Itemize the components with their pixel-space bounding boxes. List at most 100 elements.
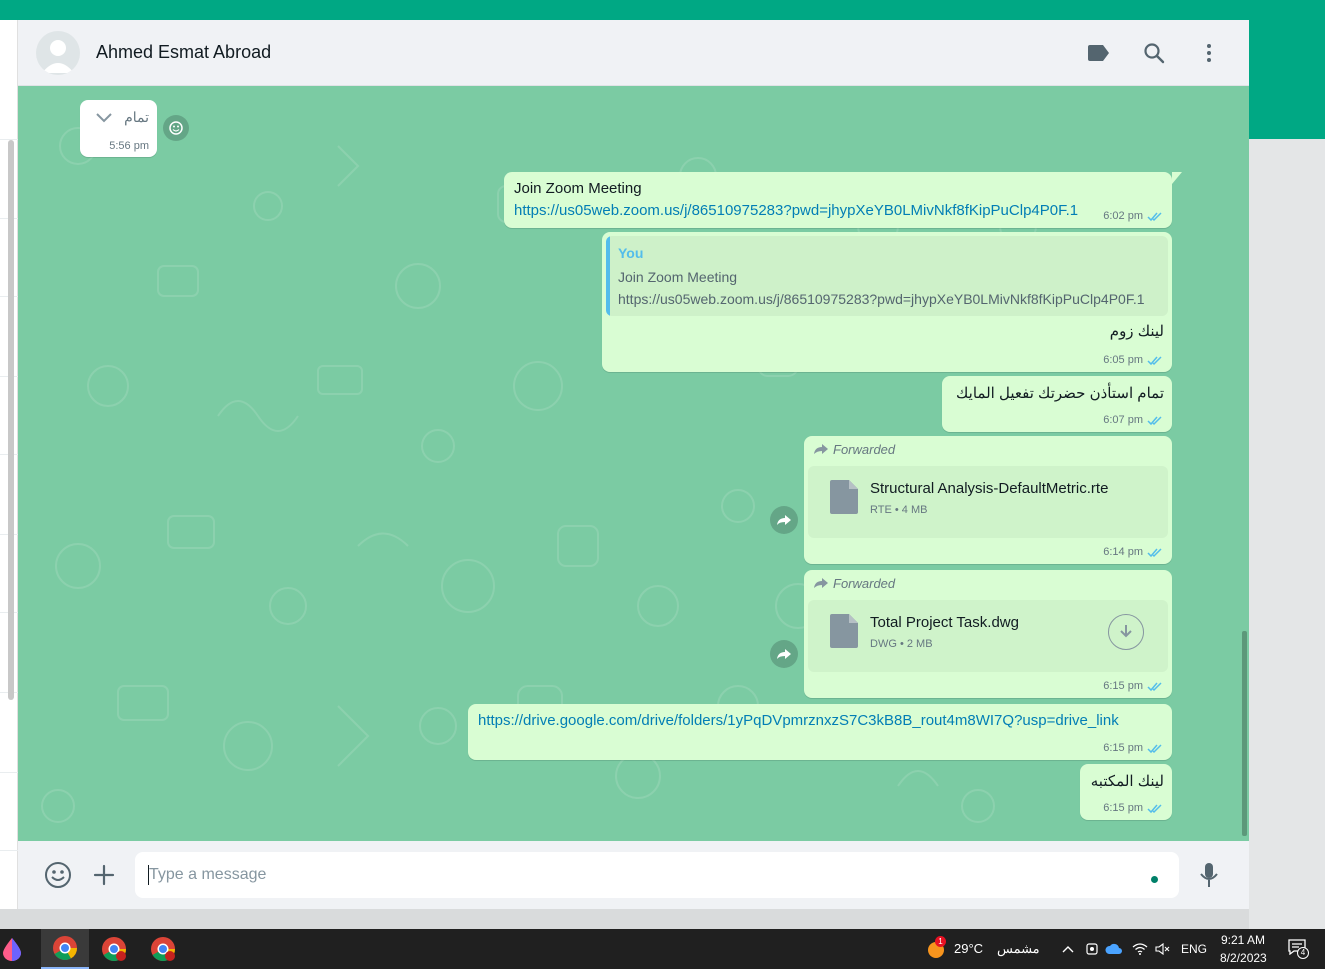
microphone-icon[interactable] [1193,859,1225,891]
onedrive-cloud-icon[interactable] [1105,941,1123,957]
message-link[interactable]: https://drive.google.com/drive/folders/1… [478,712,1119,729]
forwarded-text: Forwarded [833,576,896,591]
message-time: 6:02 pm [1103,210,1143,222]
message-time: 6:07 pm [1103,414,1143,426]
volume-muted-icon[interactable] [1154,941,1172,957]
clock-time[interactable]: 9:21 AM [1221,933,1265,947]
divider [0,772,18,773]
document-card[interactable]: Structural Analysis-DefaultMetric.rte RT… [808,466,1168,538]
chrome-app-icon[interactable] [139,929,187,969]
message-meta: 6:05 pm [1103,354,1164,366]
message-text: Join Zoom Meeting [514,180,642,197]
message-input[interactable] [149,852,1139,898]
meet-now-icon[interactable] [1083,941,1101,957]
read-ticks-icon [1147,681,1162,691]
document-file-icon [830,614,858,648]
weather-badge: 1 [935,936,946,947]
label-icon[interactable] [1086,40,1112,66]
outgoing-document-message[interactable]: Forwarded Structural Analysis-DefaultMet… [804,436,1172,564]
search-icon[interactable] [1141,40,1167,66]
message-meta: 6:07 pm [1103,414,1164,426]
quoted-message[interactable]: You Join Zoom Meeting https://us05web.zo… [606,236,1168,316]
app-top-band-right [1249,20,1325,139]
input-language[interactable]: ENG [1181,942,1207,956]
outgoing-message[interactable]: Join Zoom Meeting https://us05web.zoom.u… [504,172,1172,228]
chevron-down-icon[interactable] [96,110,112,128]
forward-share-icon[interactable] [770,640,798,668]
document-file-icon [830,480,858,514]
plus-attach-icon[interactable] [88,859,120,891]
forward-share-icon[interactable] [770,506,798,534]
weather-sun-icon[interactable]: 1 [926,936,946,959]
read-ticks-icon [1147,211,1162,221]
outgoing-reply-message[interactable]: You Join Zoom Meeting https://us05web.zo… [602,232,1172,372]
forwarded-label: Forwarded [814,442,895,457]
message-time: 6:05 pm [1103,354,1143,366]
document-size: 2 MB [906,638,933,650]
message-time: 6:14 pm [1103,546,1143,558]
forwarded-text: Forwarded [833,442,896,457]
notifications-icon[interactable]: 4 [1288,939,1310,959]
message-text: تمام استأذن حضرتك تفعيل المايك [956,385,1164,402]
outgoing-message[interactable]: https://drive.google.com/drive/folders/1… [468,704,1172,760]
emoji-icon[interactable] [42,859,74,891]
message-text: لينك المكتبه [1090,773,1164,790]
sidebar-scrollbar[interactable] [8,140,14,700]
message-meta: 6:15 pm [1103,802,1164,814]
clock-date[interactable]: 8/2/2023 [1220,951,1267,965]
document-name: Total Project Task.dwg [870,614,1019,631]
forwarded-icon [814,444,828,454]
default-avatar-icon[interactable] [36,31,80,75]
quote-accent-bar [606,236,610,316]
chrome-profile-app-icon[interactable] [90,929,138,969]
message-meta: 6:02 pm [1103,210,1164,222]
forwarded-label: Forwarded [814,576,895,591]
message-input-box[interactable] [135,852,1179,898]
outgoing-message[interactable]: تمام استأذن حضرتك تفعيل المايك 6:07 pm [942,376,1172,432]
document-size: 4 MB [901,504,928,516]
quote-text: Join Zoom Meeting [618,269,738,285]
message-meta: 6:15 pm [1103,680,1164,692]
read-ticks-icon [1147,415,1162,425]
compose-bar [18,841,1249,909]
document-meta: RTE • 4 MB [870,504,928,516]
divider [0,850,18,851]
bubble-tail [1172,172,1182,184]
message-list-scrollbar[interactable] [1242,631,1247,836]
message-meta: 6:15 pm [1103,742,1164,754]
message-list[interactable]: تمام 5:56 pm Join Zoom Meeting https://u… [18,86,1249,841]
download-icon[interactable] [1108,614,1144,650]
outgoing-message[interactable]: لينك المكتبه 6:15 pm [1080,764,1172,820]
message-time: 6:15 pm [1103,680,1143,692]
message-time: 6:15 pm [1103,802,1143,814]
message-time: 6:15 pm [1103,742,1143,754]
emoji-reaction-icon[interactable] [163,115,189,141]
incoming-message[interactable]: تمام 5:56 pm [80,100,157,157]
weather-temperature[interactable]: 29°C [954,941,983,956]
document-name: Structural Analysis-DefaultMetric.rte [870,480,1109,497]
message-text: تمام [124,109,149,125]
read-ticks-icon [1147,355,1162,365]
message-meta: 6:14 pm [1103,546,1164,558]
message-time: 5:56 pm [109,140,149,152]
menu-dots-icon[interactable] [1196,40,1222,66]
read-ticks-icon [1147,547,1162,557]
chevron-up-icon[interactable] [1059,941,1077,957]
message-text: لينك زوم [1109,323,1164,340]
app-top-band [0,0,1325,20]
message-link[interactable]: https://us05web.zoom.us/j/86510975283?pw… [514,202,1078,219]
quote-text: https://us05web.zoom.us/j/86510975283?pw… [618,291,1145,307]
weather-condition[interactable]: مشمس [997,941,1040,957]
status-dot [1151,876,1158,883]
chat-list-sidebar-edge[interactable] [0,20,18,909]
wifi-icon[interactable] [1131,941,1149,957]
read-ticks-icon [1147,743,1162,753]
chrome-app-icon[interactable] [41,929,89,969]
chat-header[interactable]: Ahmed Esmat Abroad [18,20,1249,86]
paint-drop-app-icon[interactable] [0,929,32,969]
outgoing-document-message[interactable]: Forwarded Total Project Task.dwg DWG • 2… [804,570,1172,698]
document-card[interactable]: Total Project Task.dwg DWG • 2 MB [808,600,1168,672]
contact-name[interactable]: Ahmed Esmat Abroad [96,42,271,63]
document-type: DWG [870,638,897,650]
windows-taskbar: 1 29°C مشمس ENG 9:21 AM 8/2/2023 4 [0,929,1325,969]
